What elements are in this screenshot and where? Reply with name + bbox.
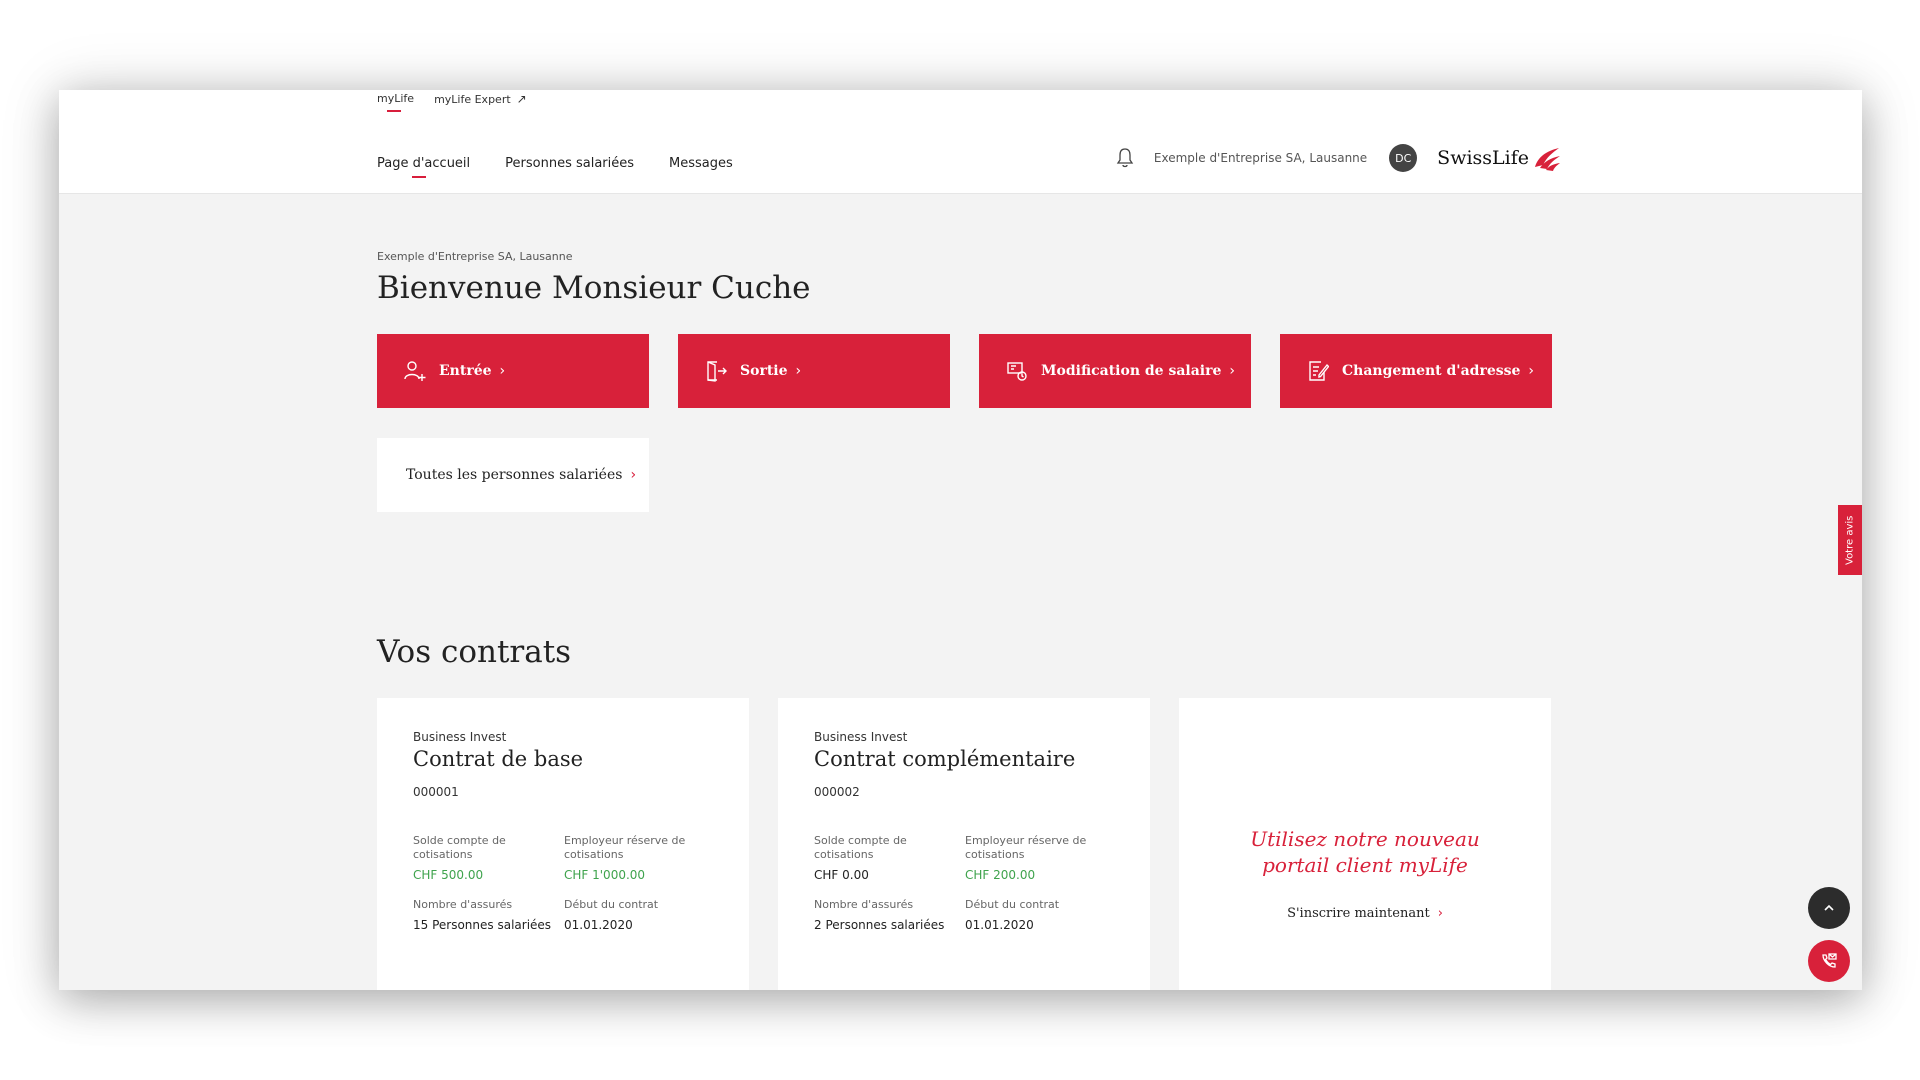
field-label: Début du contrat: [564, 898, 659, 911]
chevron-right-icon: ›: [1229, 363, 1236, 379]
salary-change-button[interactable]: Modification de salaire ›: [979, 334, 1251, 408]
nav-item-employees[interactable]: Personnes salariées: [505, 156, 634, 171]
site-header: myLife myLife Expert ↗ Page d'accueil Per…: [59, 90, 1862, 194]
page-title: Bienvenue Monsieur Cuche: [377, 270, 811, 306]
address-change-button[interactable]: Changement d'adresse ›: [1280, 334, 1552, 408]
contact-button[interactable]: [1808, 940, 1850, 982]
promo-text: Utilisez notre nouveau portail client my…: [1250, 827, 1480, 877]
external-link-icon: ↗: [516, 92, 527, 106]
all-employees-label: Toutes les personnes salariées: [406, 467, 623, 483]
avatar[interactable]: DC: [1389, 144, 1418, 172]
phone-mail-icon: [1822, 953, 1837, 968]
header-user-area: Exemple d'Entreprise SA, Lausanne DC Swi…: [1116, 144, 1562, 172]
contract-cards: Business Invest Contrat de base 000001 S…: [377, 698, 1551, 990]
chevron-up-icon: [1824, 904, 1834, 911]
field-value: CHF 200.00: [965, 868, 1036, 882]
register-now-label: S'inscrire maintenant: [1287, 906, 1430, 921]
field-label: Nombre d'assurés: [814, 898, 914, 911]
feedback-tab[interactable]: Votre avis: [1838, 505, 1862, 575]
field-value: 01.01.2020: [965, 918, 1034, 932]
portal-tab-mylife[interactable]: myLife: [377, 90, 414, 114]
all-employees-link[interactable]: Toutes les personnes salariées ›: [377, 438, 649, 512]
address-edit-icon: [1309, 361, 1329, 381]
field-label: Nombre d'assurés: [413, 898, 513, 911]
contract-product: Business Invest: [413, 730, 507, 744]
field-label: Employeur réserve de cotisations: [965, 834, 1087, 861]
contract-details: Solde compte de cotisations CHF 500.00 E…: [413, 834, 715, 932]
contract-field: Nombre d'assurés 2 Personnes salariées: [814, 898, 965, 932]
contract-field: Solde compte de cotisations CHF 0.00: [814, 834, 965, 882]
company-breadcrumb: Exemple d'Entreprise SA, Lausanne: [377, 250, 573, 263]
field-value: CHF 500.00: [413, 868, 484, 882]
nav-item-home[interactable]: Page d'accueil: [377, 156, 470, 178]
contract-field: Solde compte de cotisations CHF 500.00: [413, 834, 564, 882]
person-add-icon: [404, 361, 426, 381]
exit-button[interactable]: Sortie ›: [678, 334, 950, 408]
portal-tab-mylife-expert[interactable]: myLife Expert ↗: [434, 90, 527, 114]
entry-button[interactable]: Entrée ›: [377, 334, 649, 408]
contract-field: Début du contrat 01.01.2020: [965, 898, 1116, 932]
exit-door-icon: [707, 361, 727, 382]
chevron-right-icon: ›: [499, 363, 506, 379]
contract-card-base[interactable]: Business Invest Contrat de base 000001 S…: [377, 698, 749, 990]
scroll-top-button[interactable]: [1808, 887, 1850, 929]
contract-details: Solde compte de cotisations CHF 0.00 Emp…: [814, 834, 1116, 932]
field-value: CHF 1'000.00: [564, 868, 646, 882]
field-label: Solde compte de cotisations: [814, 834, 907, 861]
contract-field: Nombre d'assurés 15 Personnes salariées: [413, 898, 564, 932]
brand-name: SwissLife: [1437, 147, 1529, 169]
browser-viewport: myLife myLife Expert ↗ Page d'accueil Per…: [59, 90, 1862, 990]
contract-number: 000001: [413, 785, 459, 799]
field-label: Solde compte de cotisations: [413, 834, 506, 861]
chevron-right-icon: ›: [1437, 906, 1443, 921]
main-navigation: Page d'accueil Personnes salariées Messa…: [377, 156, 733, 178]
address-change-label: Changement d'adresse: [1342, 363, 1521, 379]
field-value: 2 Personnes salariées: [814, 918, 945, 932]
field-label: Employeur réserve de cotisations: [564, 834, 686, 861]
quick-actions: Entrée › Sortie › Modification de salaire ›…: [377, 334, 1552, 408]
contract-card-supplementary[interactable]: Business Invest Contrat complémentaire 0…: [778, 698, 1150, 990]
mylife-promo-card: Utilisez notre nouveau portail client my…: [1179, 698, 1551, 990]
field-value: CHF 0.00: [814, 868, 869, 882]
contract-field: Employeur réserve de cotisations CHF 200…: [965, 834, 1116, 882]
chevron-right-icon: ›: [1528, 363, 1535, 379]
nav-item-messages[interactable]: Messages: [669, 156, 733, 171]
bell-icon[interactable]: [1116, 147, 1134, 169]
contract-title: Contrat complémentaire: [814, 747, 1076, 771]
portal-switcher: myLife myLife Expert ↗: [377, 90, 527, 114]
contract-title: Contrat de base: [413, 747, 584, 771]
contract-field: Employeur réserve de cotisations CHF 1'0…: [564, 834, 715, 882]
portal-tab-label: myLife Expert: [434, 93, 511, 106]
contracts-heading: Vos contrats: [377, 634, 572, 670]
exit-label: Sortie: [740, 363, 788, 379]
register-now-link[interactable]: S'inscrire maintenant ›: [1287, 906, 1443, 921]
swisslife-logo[interactable]: SwissLife: [1437, 145, 1562, 171]
chevron-right-icon: ›: [795, 363, 802, 379]
chevron-right-icon: ›: [630, 467, 637, 483]
contract-product: Business Invest: [814, 730, 908, 744]
field-value: 01.01.2020: [564, 918, 633, 932]
contract-field: Début du contrat 01.01.2020: [564, 898, 715, 932]
entry-label: Entrée: [439, 363, 492, 379]
swisslife-flag-icon: [1535, 148, 1560, 171]
salary-change-label: Modification de salaire: [1041, 363, 1222, 379]
company-name[interactable]: Exemple d'Entreprise SA, Lausanne: [1154, 151, 1367, 165]
salary-change-icon: [1007, 362, 1027, 381]
contract-number: 000002: [814, 785, 860, 799]
field-value: 15 Personnes salariées: [413, 918, 552, 932]
field-label: Début du contrat: [965, 898, 1060, 911]
